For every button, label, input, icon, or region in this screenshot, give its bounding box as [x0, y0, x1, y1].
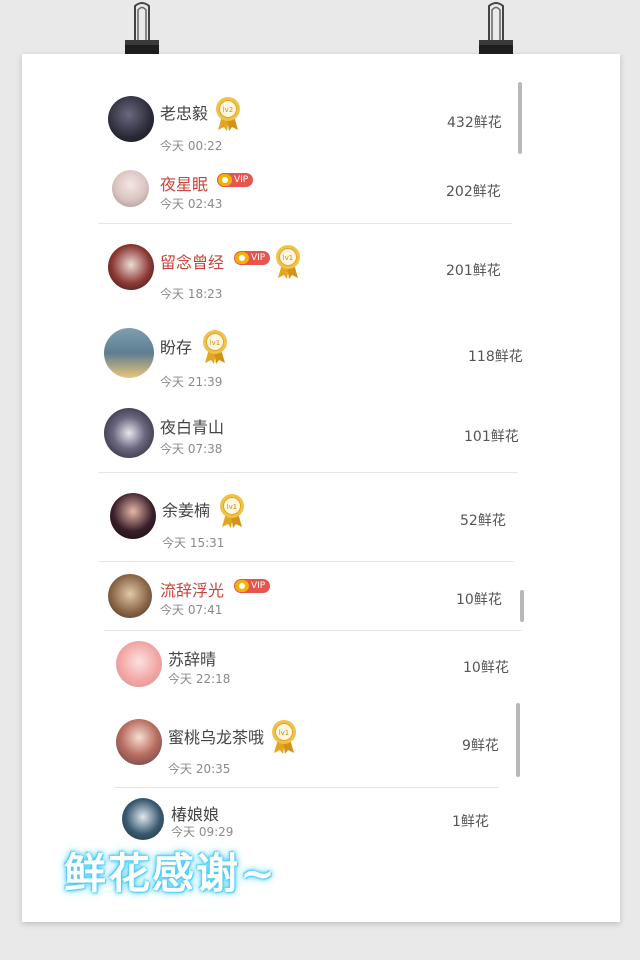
- medal-icon: lv1: [276, 245, 300, 279]
- timestamp: 今天 20:35: [168, 762, 231, 776]
- user-name[interactable]: 留念曾经: [160, 249, 224, 273]
- avatar[interactable]: [116, 719, 162, 765]
- footer-thanks-text: 鲜花感谢~: [64, 849, 278, 898]
- avatar[interactable]: [108, 574, 152, 618]
- user-name[interactable]: 老忠毅: [160, 100, 208, 124]
- divider: [98, 472, 518, 473]
- svg-text:lv1: lv1: [279, 729, 290, 737]
- avatar[interactable]: [116, 641, 162, 687]
- timestamp: 今天 09:29: [171, 825, 234, 839]
- user-name[interactable]: 蜜桃乌龙茶哦: [168, 724, 264, 748]
- timestamp: 今天 02:43: [160, 197, 223, 211]
- scroll-indicator: [516, 703, 520, 777]
- flower-count: 52鲜花: [460, 513, 506, 529]
- user-name[interactable]: 余姜楠: [162, 497, 210, 521]
- user-name[interactable]: 夜白青山: [160, 414, 224, 438]
- vip-badge-icon: VIP: [217, 173, 254, 187]
- svg-text:lv1: lv1: [210, 339, 221, 347]
- user-name[interactable]: 盼存: [160, 334, 192, 358]
- user-name[interactable]: 夜星眠: [160, 171, 208, 195]
- flower-count: 101鲜花: [464, 429, 519, 445]
- timestamp: 今天 15:31: [162, 536, 225, 550]
- flower-count: 10鲜花: [456, 592, 502, 608]
- svg-text:lv1: lv1: [227, 503, 238, 511]
- user-name[interactable]: 苏辞晴: [168, 646, 216, 670]
- timestamp: 今天 07:38: [160, 442, 223, 456]
- avatar[interactable]: [122, 798, 164, 840]
- flower-count: 201鲜花: [446, 263, 501, 279]
- medal-icon: lv1: [203, 330, 227, 364]
- flower-count: 10鲜花: [463, 660, 509, 676]
- user-name[interactable]: 流辞浮光: [160, 577, 224, 601]
- timestamp: 今天 21:39: [160, 375, 223, 389]
- divider: [98, 223, 512, 224]
- avatar[interactable]: [104, 408, 154, 458]
- avatar[interactable]: [108, 96, 154, 142]
- avatar[interactable]: [112, 170, 149, 207]
- avatar[interactable]: [104, 328, 154, 378]
- medal-icon: lv2: [216, 97, 240, 131]
- svg-text:lv2: lv2: [223, 106, 234, 114]
- avatar[interactable]: [108, 244, 154, 290]
- avatar[interactable]: [110, 493, 156, 539]
- flower-count: 202鲜花: [446, 184, 501, 200]
- divider: [98, 561, 514, 562]
- flower-count: 1鲜花: [452, 814, 489, 830]
- timestamp: 今天 07:41: [160, 603, 223, 617]
- timestamp: 今天 18:23: [160, 287, 223, 301]
- vip-badge-icon: VIP: [234, 251, 271, 265]
- svg-text:lv1: lv1: [283, 254, 294, 262]
- medal-icon: lv1: [272, 720, 296, 754]
- medal-icon: lv1: [220, 494, 244, 528]
- timestamp: 今天 22:18: [168, 672, 231, 686]
- divider: [114, 787, 498, 788]
- flower-count: 9鲜花: [462, 738, 499, 754]
- flower-count: 118鲜花: [468, 349, 523, 365]
- divider: [104, 630, 522, 631]
- vip-badge-icon: VIP: [234, 579, 271, 593]
- scroll-indicator: [520, 590, 524, 622]
- timestamp: 今天 00:22: [160, 139, 223, 153]
- user-name[interactable]: 椿娘娘: [171, 801, 219, 825]
- scroll-indicator: [518, 82, 522, 154]
- flower-count: 432鲜花: [447, 115, 502, 131]
